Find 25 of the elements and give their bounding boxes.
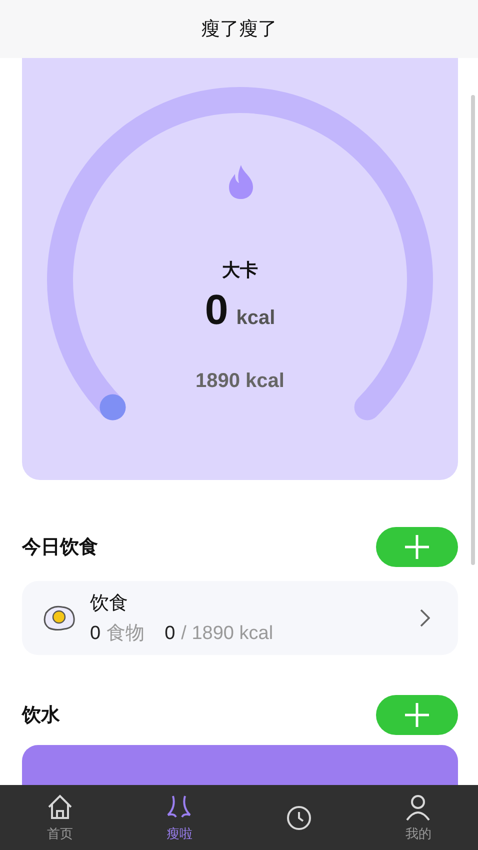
clock-icon — [284, 804, 313, 832]
app-title: 瘦了瘦了 — [201, 17, 277, 42]
chevron-right-icon — [420, 609, 430, 627]
food-count-label: 食物 — [106, 621, 145, 646]
fried-egg-icon — [42, 604, 76, 632]
food-count: 0 — [90, 623, 101, 645]
plus-icon — [404, 702, 430, 728]
plus-icon — [404, 534, 430, 560]
section-title: 今日饮食 — [22, 535, 98, 560]
calorie-value: 0 — [204, 286, 228, 334]
diet-card[interactable]: 饮食 0 食物 0 / 1890 kcal — [22, 581, 458, 655]
tab[interactable]: 瘦啦 — [120, 785, 239, 850]
add-button[interactable] — [376, 695, 458, 735]
goal-calories: / 1890 kcal — [181, 623, 274, 645]
section-title: 饮水 — [22, 703, 60, 728]
eaten-calories: 0 — [164, 623, 176, 645]
user-icon — [404, 792, 432, 820]
calorie-goal: 1890 kcal — [196, 370, 284, 393]
tab[interactable]: 我的 — [358, 785, 478, 850]
unit-label: 大卡 — [222, 259, 258, 282]
add-button[interactable] — [376, 527, 458, 567]
calorie-unit: kcal — [236, 307, 276, 330]
tab[interactable]: 首页 — [0, 785, 120, 850]
home-icon — [46, 792, 74, 820]
diet-name: 饮食 — [90, 591, 129, 616]
